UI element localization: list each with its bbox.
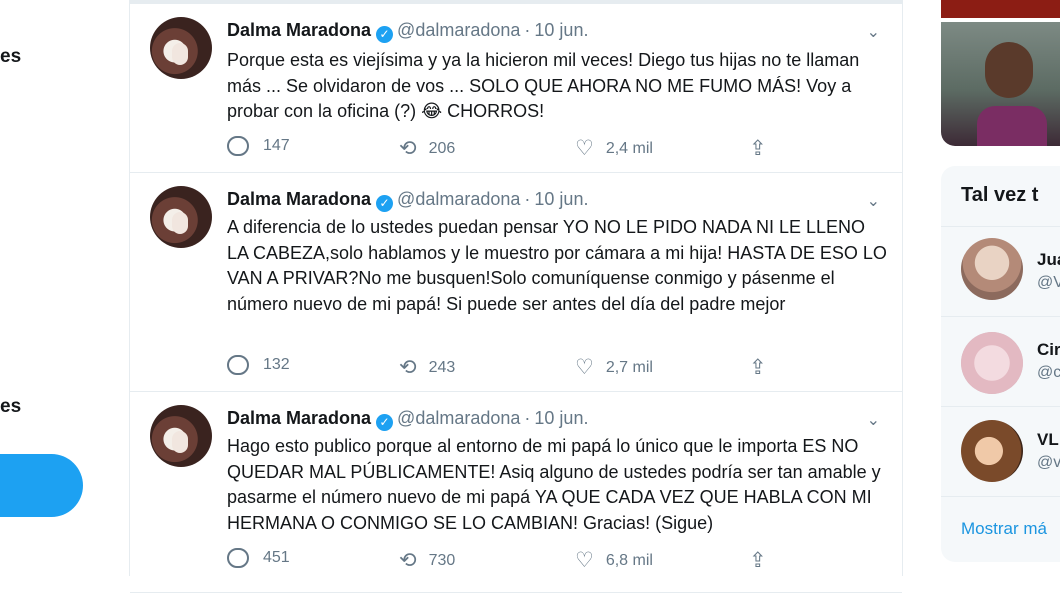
chevron-down-icon[interactable]: ⌄ [867, 191, 880, 211]
separator-dot: · [524, 408, 531, 428]
timeline: Dalma Maradona ✓ @dalmaradona · 10 jun. ⌄ Po… [129, 0, 903, 593]
tweet-header: Dalma Maradona ✓ @dalmaradona · 10 jun. [227, 189, 588, 212]
follow-suggestion-handle[interactable]: @V [1037, 274, 1060, 292]
divider [941, 496, 1060, 497]
author-name[interactable]: Dalma Maradona [227, 20, 371, 40]
follow-suggestion-handle[interactable]: @v [1037, 454, 1060, 472]
retweet-count: 730 [428, 551, 456, 569]
follow-suggestion-name[interactable]: VL [1037, 430, 1059, 450]
nav-item-label[interactable]: es [0, 46, 21, 68]
divider [941, 406, 1060, 407]
retweet-icon: ⟲ [399, 356, 417, 379]
tweet[interactable]: Dalma Maradona ✓ @dalmaradona · 10 jun. ⌄ Po… [130, 4, 902, 173]
avatar[interactable] [150, 405, 212, 467]
avatar[interactable] [961, 332, 1023, 394]
separator-dot: · [524, 189, 531, 209]
share-icon: ⇪ [749, 137, 767, 160]
reply-icon [227, 136, 249, 156]
verified-icon: ✓ [376, 26, 394, 43]
divider [941, 316, 1060, 317]
author-name[interactable]: Dalma Maradona [227, 408, 371, 428]
share-button[interactable]: ⇪ [749, 136, 779, 161]
retweet-count: 243 [428, 358, 456, 376]
tweet-date[interactable]: 10 jun. [534, 20, 588, 40]
media-thumbnail[interactable] [941, 22, 1060, 146]
heart-icon: ♡ [575, 549, 594, 572]
reply-count: 451 [263, 549, 290, 566]
follow-suggestion-handle[interactable]: @c [1037, 364, 1060, 382]
chevron-down-icon[interactable]: ⌄ [867, 410, 880, 430]
retweet-button[interactable]: ⟲ 243 [399, 355, 455, 380]
like-count: 2,7 mil [605, 358, 653, 376]
tweet-text: Hago esto publico porque al entorno de m… [227, 436, 881, 533]
avatar[interactable] [150, 186, 212, 248]
tweet[interactable]: Dalma Maradona ✓ @dalmaradona · 10 jun. ⌄ Ha… [130, 392, 902, 593]
avatar[interactable] [961, 420, 1023, 482]
like-count: 2,4 mil [605, 139, 653, 157]
tweet-actions: 132 ⟲ 243 ♡ 2,7 mil ⇪ [227, 355, 787, 379]
like-button[interactable]: ♡ 6,8 mil [575, 548, 653, 573]
author-handle[interactable]: @dalmaradona [397, 20, 520, 40]
tweet-header: Dalma Maradona ✓ @dalmaradona · 10 jun. [227, 20, 588, 43]
verified-icon: ✓ [376, 195, 394, 212]
retweet-count: 206 [428, 139, 456, 157]
reply-button[interactable]: 451 [227, 548, 290, 568]
divider [941, 226, 1060, 227]
media-thumbnail[interactable] [941, 0, 1060, 18]
reply-count: 147 [263, 137, 290, 154]
separator-dot: · [524, 20, 531, 40]
retweet-button[interactable]: ⟲ 730 [399, 548, 455, 573]
follow-suggestion-name[interactable]: Cir [1037, 340, 1060, 360]
reply-count: 132 [263, 356, 290, 373]
retweet-icon: ⟲ [399, 137, 417, 160]
show-more-link[interactable]: Mostrar má [961, 519, 1047, 539]
verified-icon: ✓ [376, 414, 394, 431]
tweet-date[interactable]: 10 jun. [534, 408, 588, 428]
heart-icon: ♡ [575, 356, 594, 379]
avatar[interactable] [961, 238, 1023, 300]
nav-item-label[interactable]: es [0, 396, 21, 418]
author-name[interactable]: Dalma Maradona [227, 189, 371, 209]
tweet[interactable]: Dalma Maradona ✓ @dalmaradona · 10 jun. ⌄ A … [130, 173, 902, 392]
tweet-date[interactable]: 10 jun. [534, 189, 588, 209]
tweet-actions: 147 ⟲ 206 ♡ 2,4 mil ⇪ [227, 136, 787, 160]
retweet-button[interactable]: ⟲ 206 [399, 136, 455, 161]
reply-icon [227, 548, 249, 568]
author-handle[interactable]: @dalmaradona [397, 408, 520, 428]
share-icon: ⇪ [749, 549, 767, 572]
like-button[interactable]: ♡ 2,7 mil [575, 355, 653, 380]
avatar[interactable] [150, 17, 212, 79]
panel-title: Tal vez t [961, 184, 1039, 206]
tweet-actions: 451 ⟲ 730 ♡ 6,8 mil ⇪ [227, 548, 787, 572]
follow-suggestion-name[interactable]: Jua [1037, 250, 1060, 270]
reply-icon [227, 355, 249, 375]
reply-button[interactable]: 132 [227, 355, 290, 375]
chevron-down-icon[interactable]: ⌄ [867, 22, 880, 42]
who-to-follow-panel: Tal vez t Jua @V Cir @c VL @v Mostrar má [941, 166, 1060, 562]
share-button[interactable]: ⇪ [749, 548, 779, 573]
heart-icon: ♡ [575, 137, 594, 160]
like-count: 6,8 mil [605, 551, 653, 569]
like-button[interactable]: ♡ 2,4 mil [575, 136, 653, 161]
tweet-text: A diferencia de lo ustedes puedan pensar… [227, 217, 887, 314]
share-button[interactable]: ⇪ [749, 355, 779, 380]
retweet-icon: ⟲ [399, 549, 417, 572]
tweet-header: Dalma Maradona ✓ @dalmaradona · 10 jun. [227, 408, 588, 431]
reply-button[interactable]: 147 [227, 136, 290, 156]
share-icon: ⇪ [749, 356, 767, 379]
author-handle[interactable]: @dalmaradona [397, 189, 520, 209]
tweet-button[interactable] [0, 454, 83, 517]
tweet-text: Porque esta es viejísima y ya la hiciero… [227, 50, 860, 121]
